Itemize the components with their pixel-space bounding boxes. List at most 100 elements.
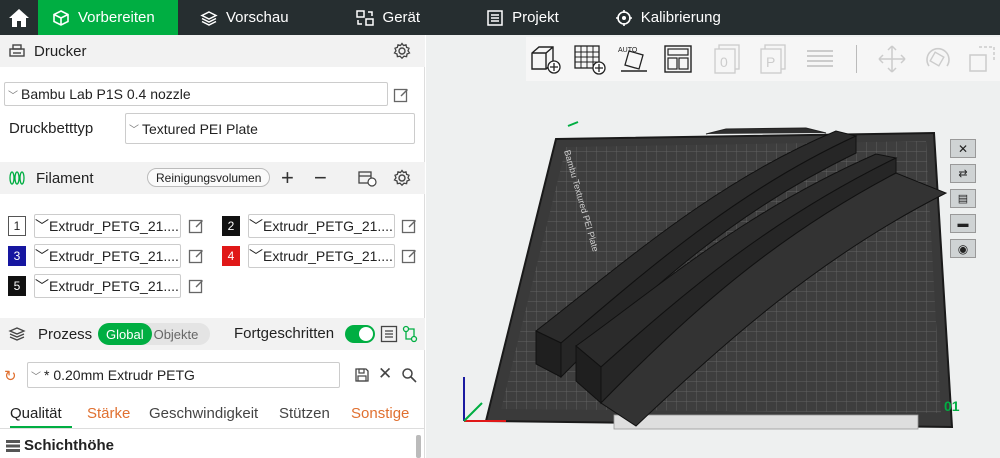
compare-icon[interactable] (402, 325, 418, 343)
tab-project[interactable]: Projekt (472, 0, 573, 35)
tab-strength[interactable]: Stärke (87, 405, 130, 422)
orient-plate-tool[interactable]: ⇄ (950, 164, 976, 183)
home-button[interactable] (0, 0, 38, 35)
filament-slot-4-select[interactable]: ﹀ Extrudr_PETG_21.... (248, 244, 395, 268)
tab-prepare-label: Vorbereiten (78, 9, 155, 26)
arrange-icon (664, 45, 692, 73)
remove-filament-icon[interactable]: − (314, 165, 327, 191)
toggle-global[interactable]: Global (98, 323, 152, 345)
toolbar-divider (856, 45, 857, 73)
add-filament-icon[interactable]: + (281, 165, 294, 191)
filament-section-title: Filament (36, 169, 94, 187)
edit-icon[interactable] (188, 218, 204, 234)
tab-calibration[interactable]: Kalibrierung (601, 0, 735, 35)
filament-slot-3-select[interactable]: ﹀ Extrudr_PETG_21.... (34, 244, 181, 268)
top-nav-bar: Vorbereiten Vorschau Gerät Projekt Kalib… (0, 0, 1000, 35)
move-button[interactable] (874, 41, 910, 77)
tab-preview[interactable]: Vorschau (186, 0, 303, 35)
layers-list-button[interactable] (802, 41, 838, 77)
process-section-title: Prozess (38, 325, 93, 343)
reset-icon[interactable]: ↻ (4, 367, 17, 385)
tab-support[interactable]: Stützen (279, 405, 330, 422)
search-icon[interactable] (401, 367, 417, 383)
toggle-objects[interactable]: Objekte (154, 327, 199, 342)
global-objects-toggle[interactable]: Global Objekte (98, 323, 210, 345)
filament-slot-1-number[interactable]: 1 (8, 216, 26, 236)
filament-slot-2-number[interactable]: 2 (222, 216, 240, 236)
edit-icon[interactable] (393, 87, 409, 103)
gear-icon[interactable] (393, 169, 411, 187)
plate-p-button[interactable]: P (756, 41, 792, 77)
gear-icon[interactable] (393, 42, 411, 60)
printer-section-header: Drucker (0, 35, 425, 67)
add-object-button[interactable] (528, 41, 564, 77)
group-title: Schichthöhe (24, 437, 115, 454)
filament-slot-1-select[interactable]: ﹀ Extrudr_PETG_21.... (34, 214, 181, 238)
filament-slot-5-number[interactable]: 5 (8, 276, 26, 296)
chevron-down-icon: ﹀ (249, 248, 263, 264)
filament-slot-1-value: Extrudr_PETG_21.... (49, 218, 179, 234)
advanced-label: Fortgeschritten (234, 325, 335, 342)
sync-ams-icon[interactable] (357, 169, 377, 187)
filament-slot-2-select[interactable]: ﹀ Extrudr_PETG_21.... (248, 214, 395, 238)
tab-device[interactable]: Gerät (341, 0, 435, 35)
3d-viewport[interactable]: AUTO 0 P Bambu Textured PEI Plate 01 ✕ ⇄… (426, 35, 1000, 458)
tab-calibration-label: Kalibrierung (640, 9, 721, 26)
edit-icon[interactable] (401, 218, 417, 234)
tab-quality[interactable]: Qualität (10, 405, 62, 422)
filament-slot-4-number[interactable]: 4 (222, 246, 240, 266)
flush-volume-button[interactable]: Reinigungsvolumen (147, 168, 271, 187)
calibration-icon (615, 9, 632, 26)
filament-slot-2-value: Extrudr_PETG_21.... (263, 218, 393, 234)
tab-speed[interactable]: Geschwindigkeit (149, 405, 258, 422)
auto-orient-button[interactable]: AUTO (616, 41, 652, 77)
filament-slot-5-value: Extrudr_PETG_21.... (49, 278, 179, 294)
edit-icon[interactable] (188, 248, 204, 264)
add-cube-icon (531, 46, 561, 74)
filament-slot-5-select[interactable]: ﹀ Extrudr_PETG_21.... (34, 274, 181, 298)
edit-plate-icon[interactable] (567, 121, 579, 127)
delete-plate-button[interactable]: ✕ (950, 139, 976, 158)
svg-text:0: 0 (720, 54, 728, 70)
build-plate-scene[interactable]: Bambu Textured PEI Plate 01 (426, 81, 1000, 458)
tab-others[interactable]: Sonstige (351, 405, 409, 422)
bed-type-select[interactable]: ﹀ Textured PEI Plate (125, 113, 415, 144)
add-plate-button[interactable] (572, 41, 608, 77)
arrange-plate-tool[interactable]: ▤ (950, 189, 976, 208)
edit-icon[interactable] (401, 248, 417, 264)
edit-icon[interactable] (188, 278, 204, 294)
lock-plate-button[interactable]: ▬ (950, 214, 976, 233)
scale-icon (969, 46, 995, 72)
process-tabs: Qualität Stärke Geschwindigkeit Stützen … (10, 405, 410, 428)
rotate-button[interactable] (920, 41, 956, 77)
grid-plus-icon (574, 45, 606, 75)
chevron-down-icon: ﹀ (249, 218, 263, 234)
plate-number: 01 (944, 398, 960, 414)
advanced-switch[interactable] (345, 325, 375, 343)
plate-p-icon: P (760, 44, 786, 74)
process-preset-value: * 0.20mm Extrudr PETG (44, 367, 195, 383)
filament-slot-3-number[interactable]: 3 (8, 246, 26, 266)
scrollbar[interactable] (416, 435, 421, 458)
close-icon[interactable]: ✕ (378, 364, 392, 384)
bed-type-value: Textured PEI Plate (142, 120, 258, 137)
scale-button[interactable] (964, 41, 1000, 77)
tab-prepare[interactable]: Vorbereiten (38, 0, 178, 35)
filament-slot-3-value: Extrudr_PETG_21.... (49, 248, 179, 264)
process-preset-select[interactable]: ﹀ * 0.20mm Extrudr PETG (27, 362, 340, 388)
printer-section-title: Drucker (34, 42, 87, 60)
chevron-down-icon: ﹀ (35, 248, 49, 264)
move-icon (878, 45, 906, 73)
filament-icon (9, 171, 25, 185)
arrange-button[interactable] (660, 41, 696, 77)
printer-select[interactable]: ﹀ Bambu Lab P1S 0.4 nozzle (4, 82, 388, 106)
close-icon: ✕ (957, 141, 969, 156)
save-icon[interactable] (354, 367, 370, 383)
list-icon[interactable] (380, 325, 398, 343)
view-plate-button[interactable]: ◉ (950, 239, 976, 258)
orient-plate-button[interactable]: 0 (710, 41, 746, 77)
process-layers-icon (8, 327, 26, 341)
filament-slot-4-value: Extrudr_PETG_21.... (263, 248, 393, 264)
tab-device-label: Gerät (382, 9, 421, 26)
chevron-down-icon: ﹀ (35, 278, 49, 294)
